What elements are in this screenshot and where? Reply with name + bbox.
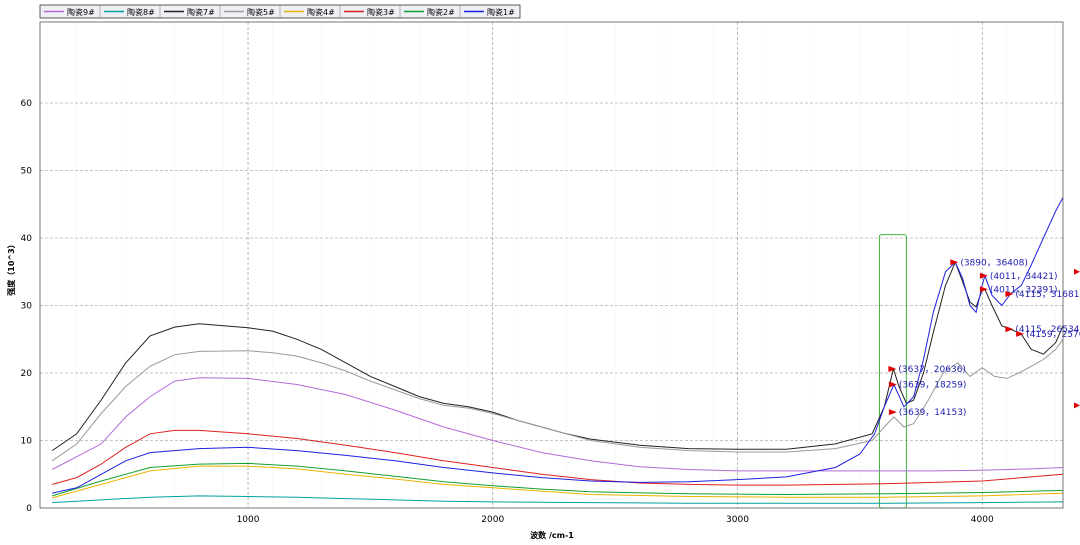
peak-annotation-label: (3639，18259) (899, 380, 967, 390)
peak-annotation-label: (4115，31681) (1015, 290, 1080, 300)
legend-item-label[interactable]: 陶瓷3# (367, 7, 395, 17)
y-tick-label: 0 (26, 504, 32, 514)
legend[interactable]: 陶瓷9# 陶瓷8# 陶瓷7# 陶瓷5# 陶瓷4# 陶瓷3# 陶瓷2# 陶瓷1# (39, 4, 521, 19)
chart-svg: (3890，36408)(4011，34421)(4011，32391)(411… (0, 0, 1080, 545)
x-tick-label: 1000 (237, 515, 260, 525)
legend-item-label[interactable]: 陶瓷4# (307, 7, 335, 17)
peak-annotation-label: (4159，25760) (1026, 330, 1080, 340)
peak-annotation-label: (4011，34421) (990, 272, 1058, 282)
legend-item-label[interactable]: 陶瓷7# (187, 7, 215, 17)
peak-annotation-label: (3637，20636) (898, 365, 966, 375)
y-axis-title: 强度（10^3） (6, 240, 16, 295)
y-tick-label: 60 (21, 99, 33, 109)
legend-item-label[interactable]: 陶瓷5# (247, 7, 275, 17)
y-tick-label: 50 (21, 167, 33, 177)
x-tick-label: 3000 (726, 515, 749, 525)
legend-item-label[interactable]: 陶瓷2# (427, 7, 455, 17)
peak-annotation-label: (3890，36408) (960, 258, 1028, 268)
x-tick-label: 4000 (971, 515, 994, 525)
legend-item-label[interactable]: 陶瓷9# (67, 7, 95, 17)
y-tick-label: 20 (21, 369, 33, 379)
spectrum-chart: (3890，36408) (4011，34421) (4011，32391) (411… (0, 0, 1080, 545)
y-tick-label: 30 (21, 302, 33, 312)
peak-annotation-label: (3639，14153) (899, 408, 967, 418)
legend-item-label[interactable]: 陶瓷1# (487, 7, 515, 17)
x-axis-title: 波数 /cm-1 (530, 530, 574, 540)
chart-background (0, 0, 1080, 545)
y-tick-label: 10 (21, 437, 33, 447)
y-tick-label: 40 (21, 234, 33, 244)
x-tick-label: 2000 (481, 515, 504, 525)
legend-item-label[interactable]: 陶瓷8# (127, 7, 155, 17)
